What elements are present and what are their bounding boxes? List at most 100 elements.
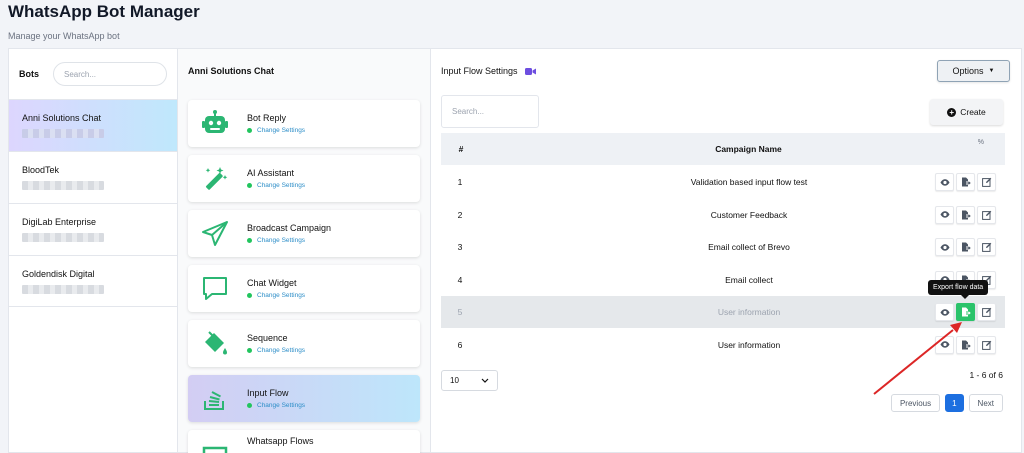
export-icon	[961, 307, 971, 317]
row-num: 2	[457, 209, 463, 220]
edit-button[interactable]	[977, 173, 996, 191]
page-subtitle: Manage your WhatsApp bot	[8, 31, 120, 41]
bot-name: Goldendisk Digital	[22, 269, 95, 279]
feature-name: Bot Reply	[247, 113, 287, 123]
export-icon	[961, 177, 971, 187]
video-icon[interactable]	[524, 67, 536, 76]
page-1-button[interactable]: 1	[945, 394, 964, 412]
page-info: 1 - 6 of 6	[969, 370, 1003, 380]
page-title: WhatsApp Bot Manager	[8, 2, 200, 21]
row-actions	[935, 173, 996, 191]
status-dot	[247, 348, 252, 353]
main-panel: Input Flow Settings Options ▼ Search... +…	[430, 48, 1022, 453]
status-dot	[247, 183, 252, 188]
campaign-name: User information	[717, 307, 781, 317]
change-settings-link[interactable]: Change Settings	[247, 402, 305, 409]
edit-icon	[981, 210, 992, 220]
plus-circle-icon: +	[947, 107, 957, 117]
feature-card-broadcast-campaign[interactable]: Broadcast Campaign Change Settings	[188, 210, 420, 257]
previous-page-button[interactable]: Previous	[890, 394, 941, 412]
bot-item-bloodtek[interactable]: BloodTek	[9, 151, 177, 203]
section-title: Input Flow Settings	[441, 66, 518, 76]
export-flow-button[interactable]	[956, 238, 975, 256]
export-flow-button[interactable]	[956, 335, 975, 354]
export-flow-button[interactable]	[956, 205, 975, 224]
bots-search-input[interactable]: Search...	[53, 62, 167, 86]
table-row: 5 User information	[441, 296, 1005, 328]
change-settings-link[interactable]: Change Settings	[247, 182, 305, 189]
view-button[interactable]	[935, 303, 954, 321]
page-size-select[interactable]: 10	[441, 370, 498, 391]
feature-name: Whatsapp Flows	[247, 436, 314, 446]
campaign-name: Email collect	[725, 274, 773, 285]
change-settings-link[interactable]: Change Settings	[247, 347, 305, 354]
export-icon	[961, 340, 971, 350]
flows-icon	[200, 440, 230, 453]
page-header: WhatsApp Bot Manager Manage your WhatsAp…	[8, 2, 200, 41]
feature-card-chat-widget[interactable]: Chat Widget Change Settings	[188, 265, 420, 312]
status-dot	[247, 238, 252, 243]
bot-item-digilab-enterprise[interactable]: DigiLab Enterprise	[9, 203, 177, 255]
campaign-name: User information	[717, 339, 781, 350]
chat-bubble-icon	[200, 274, 230, 304]
features-panel: Anni Solutions Chat Bot Reply Change Set…	[177, 48, 431, 453]
eye-icon	[940, 211, 950, 218]
export-tooltip: Export flow data	[928, 280, 989, 299]
table-header: # Campaign Name %	[441, 133, 1005, 165]
next-page-button[interactable]: Next	[968, 394, 1003, 412]
eye-icon	[940, 341, 950, 348]
row-actions	[935, 335, 996, 354]
bots-panel: Bots Search... Anni Solutions Chat Blood…	[8, 48, 178, 453]
export-flow-button[interactable]	[956, 303, 975, 321]
change-settings-link[interactable]: Change Settings	[247, 237, 331, 244]
row-num: 3	[457, 242, 463, 252]
feature-card-input-flow[interactable]: Input Flow Change Settings	[188, 375, 420, 422]
redacted-phone	[22, 129, 104, 138]
eye-icon	[940, 308, 950, 316]
campaign-name: Email collect of Brevo	[708, 242, 790, 252]
options-button[interactable]: Options ▼	[937, 60, 1010, 82]
bot-name: BloodTek	[22, 165, 60, 175]
feature-card-ai-assistant[interactable]: AI Assistant Change Settings	[188, 155, 420, 202]
table-row: 4 Email collect	[441, 264, 1005, 296]
paper-plane-icon	[200, 219, 230, 249]
chevron-down-icon	[481, 378, 489, 383]
campaign-name: Customer Feedback	[710, 209, 788, 220]
feature-card-whatsapp-flows[interactable]: Whatsapp Flows	[188, 430, 420, 453]
edit-icon	[981, 340, 992, 350]
change-settings-link[interactable]: Change Settings	[247, 292, 305, 299]
col-campaign-name: Campaign Name	[715, 144, 782, 154]
table-row: 3 Email collect of Brevo	[441, 231, 1005, 263]
feature-name: Input Flow	[247, 388, 289, 398]
export-icon	[961, 210, 971, 220]
selected-bot-title: Anni Solutions Chat	[188, 66, 274, 76]
edit-icon	[981, 242, 992, 252]
table-row: 1 Validation based input flow test	[441, 166, 1005, 198]
status-dot	[247, 403, 252, 408]
row-actions	[935, 303, 996, 321]
change-settings-link[interactable]: Change Settings	[247, 127, 305, 134]
export-icon	[961, 242, 971, 252]
campaign-search-input[interactable]: Search...	[441, 95, 539, 128]
edit-button[interactable]	[977, 205, 996, 224]
export-flow-button[interactable]	[956, 173, 975, 191]
edit-button[interactable]	[977, 303, 996, 321]
bot-item-goldendisk-digital[interactable]: Goldendisk Digital	[9, 255, 177, 307]
col-num: #	[458, 144, 464, 154]
edit-button[interactable]	[977, 335, 996, 354]
view-button[interactable]	[935, 173, 954, 191]
feature-card-bot-reply[interactable]: Bot Reply Change Settings	[188, 100, 420, 147]
bot-item-anni-solutions-chat[interactable]: Anni Solutions Chat	[9, 99, 177, 151]
status-dot	[247, 128, 252, 133]
table-row: 2 Customer Feedback	[441, 199, 1005, 231]
stack-overflow-icon	[200, 384, 230, 414]
view-button[interactable]	[935, 238, 954, 256]
edit-button[interactable]	[977, 238, 996, 256]
col-actions: %	[977, 139, 984, 146]
feature-card-sequence[interactable]: Sequence Change Settings	[188, 320, 420, 367]
paint-bucket-icon	[200, 329, 230, 359]
create-button[interactable]: + Create	[930, 99, 1003, 125]
view-button[interactable]	[935, 335, 954, 354]
campaign-name: Validation based input flow test	[690, 177, 808, 187]
view-button[interactable]	[935, 205, 954, 224]
